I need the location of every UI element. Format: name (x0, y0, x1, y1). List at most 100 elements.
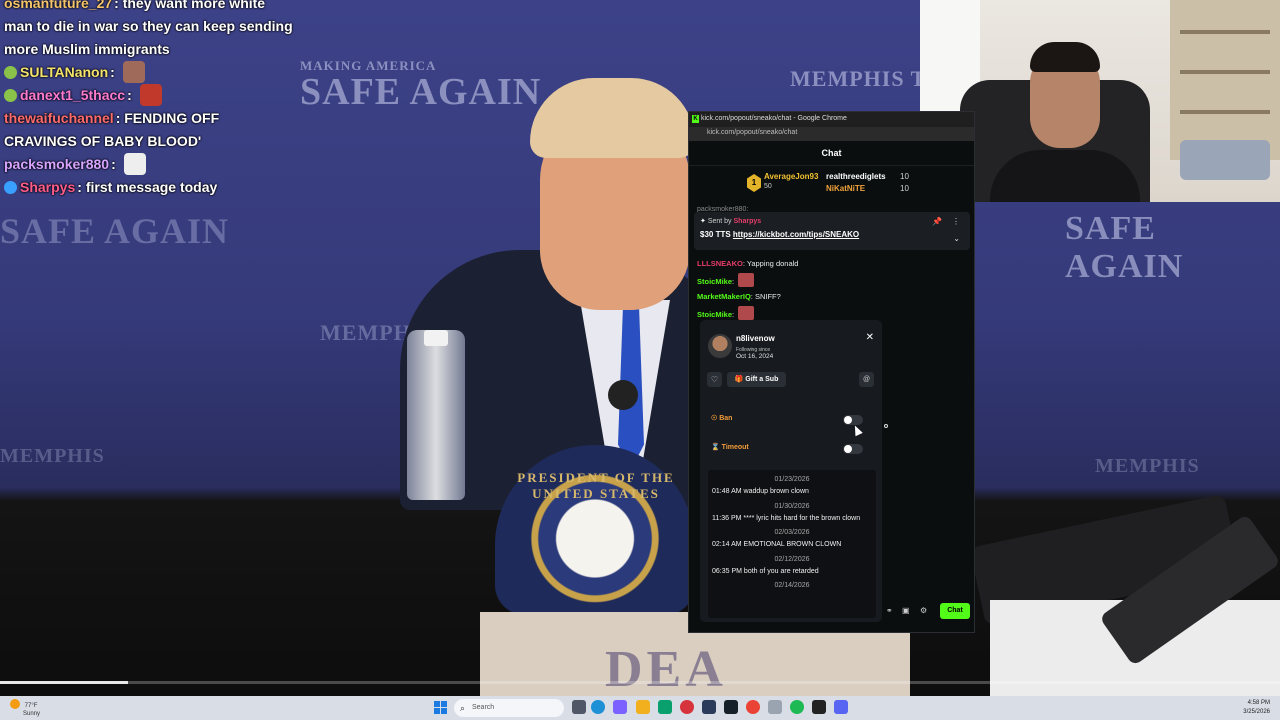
overlay-chat-text: first message today (85, 179, 218, 195)
taskbar-search[interactable]: Search (454, 699, 564, 717)
steam-icon[interactable] (702, 700, 716, 714)
tts-link[interactable]: https://kickbot.com/tips/SNEAKO (733, 230, 859, 239)
gifter-medal-icon: 1 (747, 174, 761, 192)
avatar (708, 334, 732, 358)
chat-send-button[interactable]: Chat (940, 603, 970, 619)
chat-username[interactable]: LLLSNEAKO (697, 259, 743, 268)
gifter-name[interactable]: realthreediglets (826, 172, 886, 181)
history-time: 06:35 PM (712, 567, 742, 575)
store-app-icon[interactable] (658, 700, 672, 714)
overlay-chat-user: packsmoker880 (4, 156, 110, 172)
overlay-chat-user: thewaifuchannel (4, 110, 114, 126)
history-date: 02/14/2026 (774, 582, 810, 589)
colon-separator: : (77, 179, 86, 195)
pin-icon[interactable]: 📌 (932, 217, 942, 226)
chat-messages: LLLSNEAKO: Yapping donald StoicMike: Mark… (697, 256, 967, 322)
window-title: kick.com/popout/sneako/chat - Google Chr… (701, 115, 847, 122)
store-icon[interactable]: ▣ (902, 606, 910, 615)
more-options-icon[interactable]: ⋮ (952, 217, 960, 226)
start-button[interactable] (434, 701, 447, 714)
chat-message[interactable]: StoicMike: (697, 272, 967, 290)
gift-icon: 🎁 (734, 376, 746, 383)
chat-message[interactable]: MarketMakerIQ: SNIFF? (697, 289, 967, 306)
chat-message[interactable]: LLLSNEAKO: Yapping donald (697, 256, 967, 273)
app-icon[interactable] (812, 700, 826, 714)
cursor-dot (884, 424, 888, 428)
weather-widget[interactable]: 77°F Sunny (10, 699, 40, 718)
emote-icon[interactable]: ⚭ (886, 606, 893, 615)
url-bar[interactable]: kick.com/popout/sneako/chat (689, 127, 974, 141)
timeout-toggle[interactable] (843, 444, 863, 454)
chat-header: Chat (689, 141, 974, 166)
user-card-username[interactable]: n8livenow (736, 334, 775, 343)
chat-text: Yapping donald (746, 259, 799, 268)
weather-desc: Sunny (23, 711, 41, 717)
speaker-hair (530, 78, 695, 158)
stream-chat-overlay: osmanfuture_27: they want more white man… (4, 0, 294, 199)
streamer-hair (1030, 42, 1100, 72)
obs-icon[interactable] (680, 700, 694, 714)
history-text: waddup brown clown (743, 488, 809, 495)
colon-separator: : (115, 110, 125, 126)
taskbar-clock[interactable]: 4:58 PM 3/25/2026 (1243, 699, 1270, 717)
webcam-feed (920, 0, 1280, 202)
mention-icon[interactable]: @ (859, 372, 874, 387)
gift-sub-button[interactable]: 🎁 Gift a Sub (727, 372, 786, 387)
sun-icon (10, 699, 20, 709)
user-badge-icon (4, 89, 17, 102)
video-progress-bar[interactable] (0, 681, 1280, 684)
emote-icon (139, 84, 162, 106)
chat-username[interactable]: MarketMakerIQ (697, 292, 751, 301)
history-message: 11:36 PM **** lyric hits hard for the br… (708, 510, 876, 524)
webcam-shelf (1170, 0, 1280, 160)
history-time: 11:36 PM (712, 514, 742, 522)
chat-username[interactable]: StoicMike (697, 277, 732, 286)
history-date: 02/03/2026 (774, 529, 810, 536)
weather-temp: 77°F (24, 703, 38, 709)
colon-separator: : (114, 0, 123, 11)
overlay-chat-line: danext1_5thacc: (4, 84, 294, 107)
backdrop-text: SAFE AGAIN (0, 211, 230, 251)
task-view-icon[interactable] (572, 700, 586, 714)
history-text: both of you are retarded (743, 567, 819, 575)
backdrop-text: SAFE AGAIN (300, 71, 542, 113)
follow-heart-icon[interactable]: ♡ (707, 372, 722, 387)
history-time: 02:14 AM (712, 541, 742, 548)
pinned-message[interactable]: ✦ Sent by Sharpys $30 TTS https://kickbo… (694, 212, 970, 250)
video-progress-fill (0, 681, 128, 684)
chevron-down-icon[interactable]: ⌄ (953, 234, 960, 243)
user-card: n8livenow Following since Oct 16, 2024 ✕… (700, 320, 882, 622)
gear-icon[interactable]: ⚙ (920, 606, 927, 615)
windows-taskbar: 77°F Sunny Search 4:58 PM 3/25/2026 (0, 696, 1280, 720)
gifter-count: 10 (900, 172, 909, 181)
app-icon[interactable] (768, 700, 782, 714)
backdrop-text: SAFE AGAIN (1065, 210, 1184, 285)
file-explorer-icon[interactable] (636, 700, 650, 714)
close-icon[interactable]: ✕ (866, 332, 874, 343)
window-titlebar[interactable]: K kick.com/popout/sneako/chat - Google C… (689, 112, 974, 127)
app-icon[interactable] (724, 700, 738, 714)
pinned-content: $30 TTS https://kickbot.com/tips/SNEAKO (700, 230, 964, 239)
history-text: EMOTIONAL BROWN CLOWN (743, 541, 842, 548)
overlay-chat-line: SULTANanon: (4, 61, 294, 84)
top-gifter-name[interactable]: AverageJon93 (764, 172, 818, 181)
streamer-body (990, 150, 1140, 202)
history-date: 02/12/2026 (774, 555, 810, 563)
chat-input-bar: ⚭ ▣ ⚙ Chat (884, 602, 974, 624)
discord-icon[interactable] (834, 700, 848, 714)
hourglass-icon: ⌛ (711, 444, 722, 451)
message-history[interactable]: 01/23/2026 01:48 AM waddup brown clown 01/… (708, 470, 876, 618)
water-bottle (407, 330, 465, 500)
chat-username[interactable]: StoicMike (697, 310, 732, 319)
ban-label-text: Ban (719, 415, 733, 422)
pinned-sender[interactable]: Sharpys (734, 218, 762, 225)
copilot-icon[interactable] (613, 700, 627, 714)
edge-icon[interactable] (591, 700, 605, 714)
clock-date: 3/25/2026 (1243, 709, 1270, 715)
chrome-icon[interactable] (746, 700, 760, 714)
spotify-icon[interactable] (790, 700, 804, 714)
user-badge-icon (4, 66, 17, 79)
ban-label: ☉ Ban (711, 414, 732, 422)
gifter-name[interactable]: NiKatNiTE (826, 184, 865, 193)
ban-toggle[interactable] (843, 415, 863, 425)
